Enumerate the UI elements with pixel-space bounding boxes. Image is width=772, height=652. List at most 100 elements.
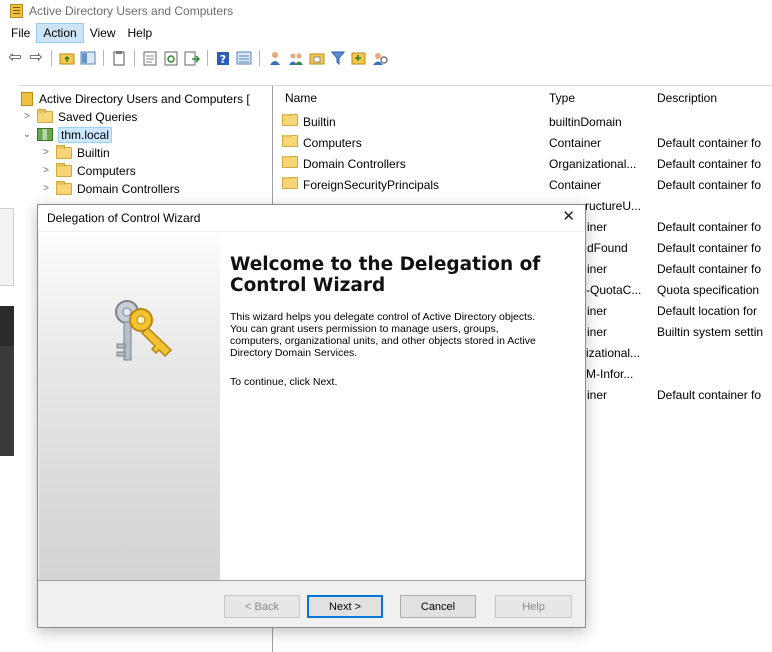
ou-folder-icon: [56, 180, 72, 195]
background-window-edge: [0, 346, 14, 456]
tree-item-computers[interactable]: > Computers: [40, 162, 136, 179]
folder-icon: [282, 177, 298, 189]
list-item-description: Builtin system settin: [657, 325, 764, 339]
tree-root-label: Active Directory Users and Computers [: [39, 91, 250, 106]
wizard-side-banner: [39, 232, 220, 580]
title-bar: Active Directory Users and Computers: [0, 0, 772, 22]
folder-icon: [282, 135, 298, 147]
tree-root[interactable]: Active Directory Users and Computers [: [21, 90, 250, 107]
delegation-wizard-dialog: Delegation of Control Wizard ✕ Welcome t…: [37, 204, 586, 628]
chevron-right-icon[interactable]: >: [40, 165, 52, 176]
list-item-name[interactable]: Computers: [282, 135, 362, 151]
toolbar-separator: [134, 50, 135, 66]
filter-icon[interactable]: [329, 49, 347, 67]
folder-icon: [56, 162, 72, 177]
list-item-type: iner: [587, 220, 608, 234]
window-title: Active Directory Users and Computers: [29, 4, 234, 18]
tree-item-label: Builtin: [77, 145, 110, 160]
close-icon[interactable]: ✕: [562, 209, 575, 225]
add-to-group-icon[interactable]: [350, 49, 368, 67]
list-item-type: iner: [587, 325, 608, 339]
toolbar-separator: [51, 50, 52, 66]
next-button[interactable]: Next >: [307, 595, 383, 618]
list-item-description: Default container fo: [657, 178, 762, 192]
chevron-down-icon[interactable]: ⌄: [21, 129, 33, 140]
folder-icon: [37, 108, 53, 123]
list-item-type: iner: [587, 262, 608, 276]
tree-item-thm-local[interactable]: ⌄ thm.local: [21, 126, 113, 143]
list-item-name[interactable]: ForeignSecurityPrincipals: [282, 177, 439, 193]
chevron-right-icon[interactable]: >: [21, 111, 33, 122]
tree-item-label: Domain Controllers: [77, 181, 180, 196]
list-item-description: Default container fo: [657, 262, 762, 276]
toolbar-separator: [103, 50, 104, 66]
list-item-name[interactable]: Builtin: [282, 114, 336, 130]
column-header-name[interactable]: Name: [285, 91, 317, 107]
menu-view[interactable]: View: [84, 24, 122, 42]
back-button[interactable]: < Back: [224, 595, 300, 618]
cancel-button[interactable]: Cancel: [400, 595, 476, 618]
chevron-right-icon[interactable]: >: [40, 183, 52, 194]
list-item-type: Organizational...: [549, 157, 637, 171]
up-folder-icon[interactable]: [58, 49, 76, 67]
aduc-app-icon: [10, 4, 23, 18]
list-item-description: Default container fo: [657, 157, 762, 171]
toolbar-separator: [207, 50, 208, 66]
export-list-icon[interactable]: [183, 49, 201, 67]
new-ou-icon[interactable]: [308, 49, 326, 67]
tree-item-label: Computers: [77, 163, 136, 178]
show-details-icon[interactable]: [235, 49, 253, 67]
copy-icon[interactable]: [110, 49, 128, 67]
list-item-type: Container: [549, 178, 602, 192]
tree-item-label: thm.local: [58, 126, 113, 143]
list-item-description: Default location for: [657, 304, 758, 318]
new-user-icon[interactable]: [266, 49, 284, 67]
wizard-instruction: To continue, click Next.: [230, 376, 338, 388]
svg-text:?: ?: [220, 53, 226, 66]
tree-item-domain-controllers[interactable]: > Domain Controllers: [40, 180, 180, 197]
column-header-description[interactable]: Description: [657, 91, 717, 107]
list-item-name[interactable]: Domain Controllers: [282, 156, 406, 172]
dialog-title-bar: Delegation of Control Wizard: [38, 205, 585, 231]
tree-item-label: Saved Queries: [58, 109, 138, 124]
column-header-type[interactable]: Type: [549, 91, 575, 107]
help-button[interactable]: Help: [495, 595, 572, 618]
toolbar: ⇦ ⇨ ?: [0, 46, 772, 70]
aduc-root-icon: [21, 91, 33, 106]
show-tree-icon[interactable]: [79, 49, 97, 67]
chevron-right-icon[interactable]: >: [40, 147, 52, 158]
new-group-icon[interactable]: [287, 49, 305, 67]
dialog-title: Delegation of Control Wizard: [47, 211, 201, 225]
menu-help[interactable]: Help: [122, 24, 159, 42]
forward-arrow-icon[interactable]: ⇨: [27, 49, 45, 67]
tree-item-builtin[interactable]: > Builtin: [40, 144, 110, 161]
tree-item-saved-queries[interactable]: > Saved Queries: [21, 108, 137, 125]
folder-icon: [56, 144, 72, 159]
menu-bar: File Action View Help: [0, 22, 772, 44]
wizard-description: This wizard helps you delegate control o…: [230, 311, 536, 359]
refresh-icon[interactable]: [162, 49, 180, 67]
folder-icon: [282, 114, 298, 126]
ou-folder-icon: [282, 156, 298, 168]
back-arrow-icon[interactable]: ⇦: [6, 49, 24, 67]
list-item-description: Default container fo: [657, 220, 762, 234]
properties-icon[interactable]: [141, 49, 159, 67]
wizard-heading: Welcome to the Delegation of Control Wiz…: [230, 254, 541, 296]
list-item-type: iner: [587, 388, 608, 402]
list-item-description: Default container fo: [657, 241, 762, 255]
list-item-description: Default container fo: [657, 388, 762, 402]
list-item-type: dFound: [587, 241, 628, 255]
list-item-type: Container: [549, 136, 602, 150]
dialog-separator: [38, 580, 585, 581]
help-icon[interactable]: ?: [214, 49, 232, 67]
list-item-type: M-Infor...: [586, 367, 634, 381]
list-item-type: builtinDomain: [549, 115, 622, 129]
menu-file[interactable]: File: [5, 24, 36, 42]
domain-icon: [37, 128, 53, 141]
list-item-description: Quota specification: [657, 283, 760, 297]
background-window-edge: [0, 208, 14, 286]
delegate-icon[interactable]: [371, 49, 389, 67]
list-item-type: izational...: [586, 346, 641, 360]
wizard-content: Welcome to the Delegation of Control Wiz…: [220, 232, 585, 580]
menu-action[interactable]: Action: [36, 23, 84, 43]
